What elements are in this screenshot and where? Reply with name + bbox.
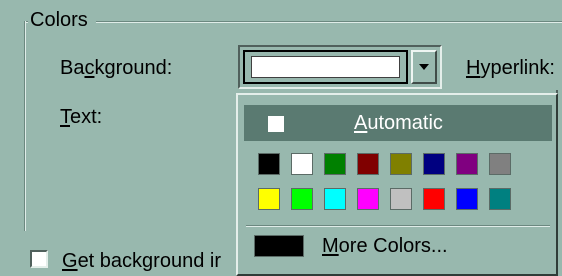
automatic-label: Automatic	[354, 110, 443, 136]
get-background-label-accel: G	[62, 250, 78, 272]
color-swatch[interactable]	[456, 188, 478, 210]
color-swatch[interactable]	[423, 153, 445, 175]
background-selected-swatch	[251, 56, 400, 78]
color-swatch[interactable]	[357, 153, 379, 175]
get-background-checkbox[interactable]	[30, 250, 48, 268]
more-colors-label-part: ore Colors...	[338, 235, 448, 257]
automatic-label-part: utomatic	[367, 112, 443, 134]
text-label: Text:	[60, 104, 102, 130]
more-colors-swatch[interactable]	[254, 235, 304, 257]
colors-group-left-border	[24, 21, 26, 231]
color-swatch-grid	[258, 153, 511, 210]
color-swatch[interactable]	[258, 153, 280, 175]
background-dropdown-button[interactable]	[411, 50, 437, 84]
color-swatch[interactable]	[324, 188, 346, 210]
color-swatch[interactable]	[489, 153, 511, 175]
hyperlink-label: Hyperlink:	[466, 55, 555, 81]
background-label: Background:	[60, 55, 172, 81]
get-background-label[interactable]: Get background ir	[62, 248, 221, 274]
background-color-combo[interactable]	[238, 45, 442, 89]
colors-group-border	[24, 21, 562, 23]
color-swatch[interactable]	[423, 188, 445, 210]
text-label-part: ext:	[70, 106, 103, 128]
background-label-part1: Ba	[60, 57, 85, 79]
background-label-accel: c	[84, 57, 95, 79]
color-swatch[interactable]	[390, 188, 412, 210]
text-label-accel: T	[60, 106, 70, 128]
dropdown-arrow-icon	[419, 64, 429, 70]
hyperlink-label-part: yperlink:	[480, 57, 555, 79]
color-swatch[interactable]	[291, 188, 313, 210]
colors-group-title: Colors	[28, 7, 96, 33]
automatic-color-option[interactable]: Automatic	[244, 105, 552, 141]
automatic-color-swatch	[268, 116, 284, 132]
color-swatch[interactable]	[291, 153, 313, 175]
color-swatch[interactable]	[390, 153, 412, 175]
color-swatch[interactable]	[357, 188, 379, 210]
color-swatch[interactable]	[456, 153, 478, 175]
color-palette-dropdown: Automatic More Colors...	[236, 93, 558, 276]
background-combo-focus-frame	[243, 50, 408, 84]
background-label-part2: kground:	[94, 57, 173, 79]
hyperlink-label-accel: H	[466, 57, 481, 79]
palette-separator	[246, 225, 550, 227]
color-swatch[interactable]	[489, 188, 511, 210]
color-swatch[interactable]	[258, 188, 280, 210]
more-colors-option[interactable]: More Colors...	[322, 233, 448, 259]
more-colors-accel: M	[322, 235, 339, 257]
color-swatch[interactable]	[324, 153, 346, 175]
automatic-label-accel: A	[354, 112, 368, 134]
get-background-label-part: et background ir	[77, 250, 221, 272]
